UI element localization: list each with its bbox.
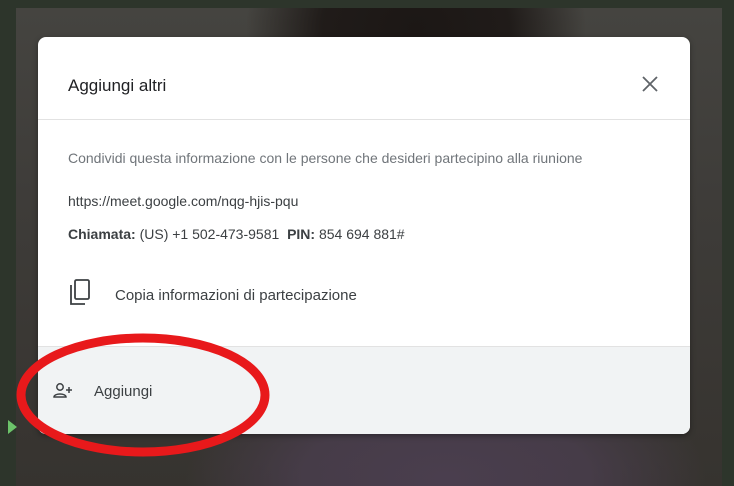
- dialog-header: Aggiungi altri: [38, 37, 690, 120]
- close-icon: [642, 76, 658, 92]
- add-people-label: Aggiungi: [94, 383, 153, 400]
- background-frame-top: [0, 0, 734, 8]
- copy-join-info-button[interactable]: Copia informazioni di partecipazione: [38, 275, 690, 319]
- call-label: Chiamata:: [68, 226, 136, 242]
- side-arrow-icon: [8, 420, 17, 434]
- copy-join-info-label: Copia informazioni di partecipazione: [115, 287, 357, 304]
- meeting-link[interactable]: https://meet.google.com/nqg-hjis-pqu: [68, 193, 298, 209]
- call-number: (US) +1 502-473-9581: [139, 226, 280, 242]
- background-frame-right: [722, 0, 734, 486]
- dialog-title: Aggiungi altri: [68, 76, 167, 95]
- dial-in-info: Chiamata: (US) +1 502-473-9581 PIN: 854 …: [68, 226, 405, 242]
- copy-icon: [68, 279, 94, 314]
- pin-value: 854 694 881#: [318, 226, 405, 242]
- pin-label: PIN:: [287, 226, 316, 242]
- add-people-button[interactable]: Aggiungi: [38, 347, 690, 434]
- add-others-dialog: Aggiungi altri Condividi questa informaz…: [38, 37, 690, 434]
- dialog-description: Condividi questa informazione con le per…: [68, 150, 583, 166]
- background-frame-left: [0, 0, 16, 486]
- close-button[interactable]: [636, 70, 664, 98]
- add-person-icon: [52, 381, 76, 406]
